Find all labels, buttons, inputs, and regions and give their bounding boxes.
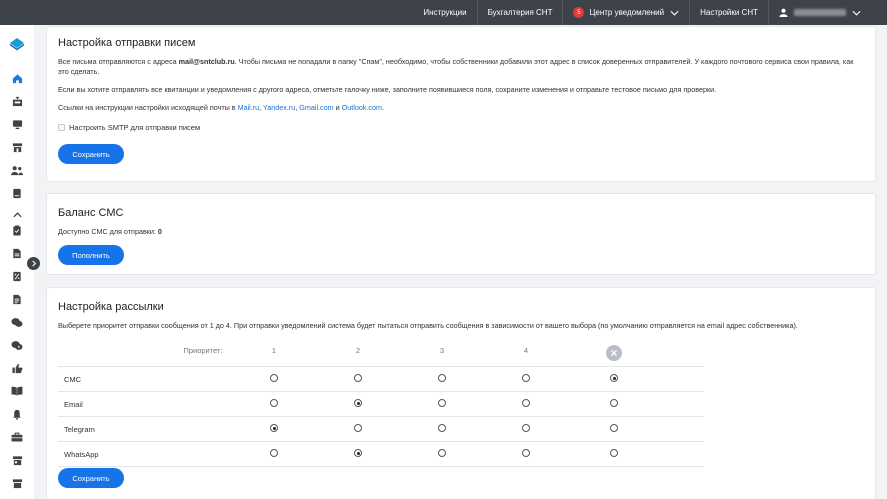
book-icon[interactable]	[11, 187, 23, 199]
notification-badge: 5	[573, 7, 585, 18]
store-extra-icon[interactable]	[11, 477, 23, 489]
priority-radio[interactable]	[610, 374, 618, 382]
priority-column-4: 4	[523, 346, 529, 355]
home-icon[interactable]	[11, 72, 23, 84]
chevron-right-icon	[31, 260, 36, 267]
separator: и	[333, 103, 342, 112]
channel-name: WhatsApp	[64, 449, 99, 459]
email-settings-intro: Все письма отправляются с адреса mail@sn…	[58, 57, 864, 76]
nav-accounting[interactable]: Бухгалтерия СНТ	[476, 0, 563, 25]
separator: .	[382, 103, 385, 112]
mailing-description: Выберете приоритет отправки сообщения от…	[58, 321, 798, 330]
nav-settings[interactable]: Настройки СНТ	[689, 0, 768, 25]
link-yandex[interactable]: Yandex.ru	[263, 103, 295, 112]
priority-radio[interactable]	[522, 449, 530, 457]
disable-column-button[interactable]	[606, 345, 622, 361]
priority-label: Приоритет:	[183, 346, 223, 355]
chevron-down-icon	[852, 10, 861, 16]
priority-radio[interactable]	[610, 424, 618, 432]
chat-alt-icon[interactable]	[11, 339, 23, 351]
priority-radio[interactable]	[522, 399, 530, 407]
email-settings-links: Ссылки на инструкции настройки исходящей…	[58, 103, 864, 113]
sms-available-text: Доступно СМС для отправки: 0	[58, 227, 162, 237]
user-icon	[779, 8, 788, 17]
store-icon[interactable]	[11, 141, 23, 153]
sms-balance-title: Баланс СМС	[58, 207, 124, 219]
priority-radio[interactable]	[270, 424, 278, 432]
channel-name: Telegram	[64, 424, 95, 434]
sms-balance-card: Баланс СМС Доступно СМС для отправки: 0 …	[46, 193, 876, 275]
user-menu[interactable]	[768, 0, 871, 25]
priority-radio[interactable]	[522, 424, 530, 432]
smtp-checkbox[interactable]	[58, 124, 65, 131]
thumbs-up-icon[interactable]	[11, 362, 23, 374]
priority-radio[interactable]	[354, 424, 362, 432]
sms-available-value: 0	[157, 227, 162, 236]
priority-radio[interactable]	[270, 449, 278, 457]
email-settings-card: Настройка отправки писем Все письма отпр…	[46, 26, 876, 182]
close-icon	[611, 350, 617, 356]
priority-row: СМС	[58, 366, 704, 391]
channel-name: Email	[64, 399, 83, 409]
priority-column-3: 3	[439, 346, 445, 355]
priority-row: Email	[58, 391, 704, 416]
link-outlook[interactable]: Outlook.com	[342, 103, 382, 112]
document-icon[interactable]	[11, 247, 23, 259]
mailing-settings-card: Настройка рассылки Выберете приоритет от…	[46, 287, 876, 499]
user-name-blurred	[794, 9, 846, 16]
chevron-up-icon[interactable]	[11, 209, 23, 221]
priority-radio[interactable]	[610, 399, 618, 407]
topup-button[interactable]: Пополнить	[58, 245, 124, 265]
file-icon[interactable]	[11, 293, 23, 305]
top-bar: Инструкции Бухгалтерия СНТ 5 Центр уведо…	[0, 0, 887, 25]
channel-name: СМС	[64, 374, 81, 384]
inbox-icon[interactable]	[11, 95, 23, 107]
chat-icon[interactable]	[11, 316, 23, 328]
priority-radio[interactable]	[438, 424, 446, 432]
notifications-label: Центр уведомлений	[589, 8, 665, 17]
save-email-settings-button[interactable]: Сохранить	[58, 144, 124, 164]
intro-text-start: Все письма отправляются с адреса	[58, 57, 179, 66]
priority-radio[interactable]	[438, 374, 446, 382]
priority-radio[interactable]	[610, 449, 618, 457]
smtp-checkbox-label[interactable]: Настроить SMTP для отправки писем	[69, 123, 200, 132]
priority-row: Telegram	[58, 416, 704, 441]
briefcase-icon[interactable]	[11, 431, 23, 443]
nav-notifications[interactable]: 5 Центр уведомлений	[562, 0, 689, 25]
sender-email: mail@sntclub.ru	[178, 57, 235, 66]
logo-icon[interactable]	[9, 37, 25, 51]
grid-bottom-divider	[58, 466, 704, 467]
priority-radio[interactable]	[354, 449, 362, 457]
priority-radio[interactable]	[270, 399, 278, 407]
priority-radio[interactable]	[270, 374, 278, 382]
clipboard-icon[interactable]	[11, 224, 23, 236]
priority-column-2: 2	[355, 346, 361, 355]
email-settings-title: Настройка отправки писем	[58, 37, 196, 49]
mailing-settings-title: Настройка рассылки	[58, 301, 164, 313]
save-mailing-button[interactable]: Сохранить	[58, 468, 124, 488]
links-intro: Ссылки на инструкции настройки исходящей…	[58, 103, 238, 112]
sms-available-label: Доступно СМС для отправки:	[58, 227, 158, 236]
chevron-down-icon	[670, 10, 679, 16]
link-mailru[interactable]: Mail.ru	[238, 103, 260, 112]
link-gmail[interactable]: Gmail.com	[299, 103, 333, 112]
monitor-icon[interactable]	[11, 118, 23, 130]
email-settings-instructions: Если вы хотите отправлять все квитанции …	[58, 85, 717, 94]
sidebar-expand-button[interactable]	[27, 257, 40, 270]
open-book-icon[interactable]	[11, 385, 23, 397]
bell-icon[interactable]	[11, 408, 23, 420]
store-alt-icon[interactable]	[11, 454, 23, 466]
priority-radio[interactable]	[522, 374, 530, 382]
priority-row: WhatsApp	[58, 441, 704, 466]
percent-icon[interactable]	[11, 270, 23, 282]
priority-radio[interactable]	[438, 449, 446, 457]
users-icon[interactable]	[11, 164, 23, 176]
priority-radio[interactable]	[438, 399, 446, 407]
priority-radio[interactable]	[354, 374, 362, 382]
priority-radio[interactable]	[354, 399, 362, 407]
nav-instructions[interactable]: Инструкции	[413, 0, 476, 25]
priority-column-1: 1	[271, 346, 277, 355]
